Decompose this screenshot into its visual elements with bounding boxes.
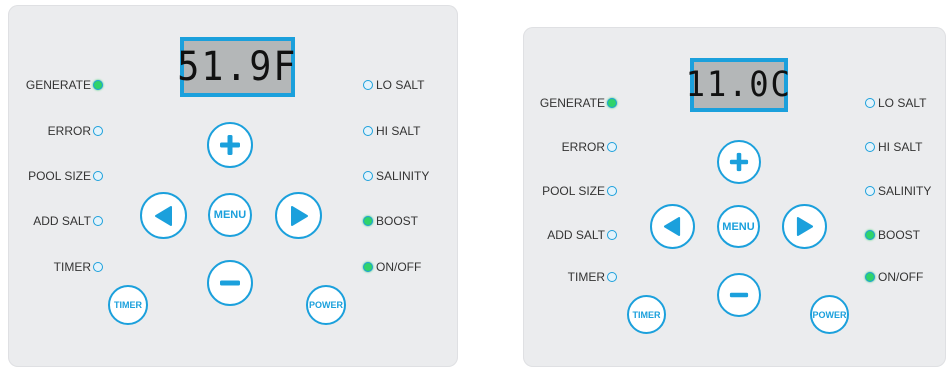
power-label: POWER (308, 300, 343, 310)
control-panel-1: 51.9F GENERATE ERROR POOL SIZE ADD SALT … (8, 5, 458, 367)
indicator-label: HI SALT (878, 140, 923, 154)
led-icon (363, 126, 373, 136)
indicator-generate: GENERATE (26, 78, 103, 92)
lcd-display: 51.9F (178, 37, 296, 97)
indicator-label: SALINITY (376, 169, 430, 183)
led-icon (93, 262, 103, 272)
menu-label: MENU (722, 220, 755, 233)
lcd-screen: 51.9F (178, 41, 296, 93)
led-icon (607, 142, 617, 152)
indicator-label: ADD SALT (547, 228, 605, 242)
right-button[interactable] (782, 204, 827, 249)
right-arrow-icon (290, 205, 308, 226)
led-icon (93, 126, 103, 136)
indicator-label: ON/OFF (376, 260, 422, 274)
right-arrow-icon (796, 217, 814, 236)
led-icon (865, 142, 875, 152)
indicator-timer: TIMER (54, 260, 103, 274)
indicator-pool-size: POOL SIZE (28, 169, 103, 183)
indicator-generate: GENERATE (540, 96, 617, 110)
up-button[interactable] (717, 140, 761, 184)
indicator-label: ERROR (47, 124, 91, 138)
indicator-label: ERROR (561, 140, 605, 154)
left-arrow-icon (154, 205, 172, 226)
left-button[interactable] (650, 204, 695, 249)
led-icon (363, 216, 373, 226)
led-icon (363, 171, 373, 181)
indicator-lo-salt: LO SALT (865, 96, 926, 110)
minus-icon (729, 292, 749, 298)
led-icon (865, 230, 875, 240)
indicator-label: LO SALT (878, 96, 927, 110)
timer-button[interactable]: TIMER (108, 285, 148, 325)
led-icon (607, 230, 617, 240)
control-panel-2: 11.0C GENERATE ERROR POOL SIZE ADD SALT … (523, 27, 946, 367)
indicator-pool-size: POOL SIZE (542, 184, 617, 198)
indicator-lo-salt: LO SALT (363, 78, 424, 92)
led-icon (93, 171, 103, 181)
left-button[interactable] (140, 192, 187, 239)
menu-button[interactable]: MENU (208, 193, 252, 237)
indicator-error: ERROR (562, 140, 617, 154)
indicator-add-salt: ADD SALT (547, 228, 617, 242)
lcd-screen: 11.0C (686, 62, 790, 108)
right-button[interactable] (275, 192, 322, 239)
led-icon (607, 98, 617, 108)
led-icon (93, 80, 103, 90)
indicator-label: ON/OFF (878, 270, 924, 284)
led-icon (865, 272, 875, 282)
indicator-label: TIMER (567, 270, 605, 284)
indicator-label: BOOST (376, 214, 419, 228)
minus-icon (220, 280, 240, 286)
left-arrow-icon (663, 217, 681, 236)
temperature-readout: 11.0C (685, 65, 793, 105)
indicator-error: ERROR (48, 124, 103, 138)
indicator-salinity: SALINITY (363, 169, 429, 183)
led-icon (607, 186, 617, 196)
indicator-label: ADD SALT (33, 214, 91, 228)
led-icon (865, 186, 875, 196)
indicator-label: GENERATE (539, 96, 605, 110)
led-icon (607, 272, 617, 282)
down-button[interactable] (717, 273, 761, 317)
indicator-label: SALINITY (878, 184, 932, 198)
up-button[interactable] (207, 122, 253, 168)
timer-label: TIMER (114, 300, 142, 310)
temperature-readout: 51.9F (177, 44, 298, 90)
indicator-on-off: ON/OFF (363, 260, 421, 274)
timer-label: TIMER (632, 309, 661, 320)
indicator-label: GENERATE (25, 78, 91, 92)
indicator-label: TIMER (53, 260, 91, 274)
indicator-timer: TIMER (568, 270, 617, 284)
plus-icon (729, 152, 749, 172)
led-icon (363, 80, 373, 90)
led-icon (363, 262, 373, 272)
power-button[interactable]: POWER (306, 285, 346, 325)
led-icon (865, 98, 875, 108)
indicator-label: LO SALT (376, 78, 425, 92)
indicator-boost: BOOST (865, 228, 920, 242)
plus-icon (220, 135, 240, 155)
indicator-salinity: SALINITY (865, 184, 931, 198)
indicator-label: BOOST (878, 228, 921, 242)
indicator-on-off: ON/OFF (865, 270, 923, 284)
indicator-hi-salt: HI SALT (363, 124, 420, 138)
lcd-display: 11.0C (686, 58, 790, 112)
indicator-label: POOL SIZE (542, 184, 605, 198)
power-label: POWER (812, 309, 847, 320)
indicator-hi-salt: HI SALT (865, 140, 922, 154)
indicator-add-salt: ADD SALT (33, 214, 103, 228)
menu-button[interactable]: MENU (717, 205, 760, 248)
down-button[interactable] (207, 260, 253, 306)
led-icon (93, 216, 103, 226)
indicator-label: POOL SIZE (28, 169, 91, 183)
power-button[interactable]: POWER (810, 295, 849, 334)
indicator-label: HI SALT (376, 124, 421, 138)
menu-label: MENU (213, 209, 247, 221)
indicator-boost: BOOST (363, 214, 418, 228)
timer-button[interactable]: TIMER (627, 295, 666, 334)
